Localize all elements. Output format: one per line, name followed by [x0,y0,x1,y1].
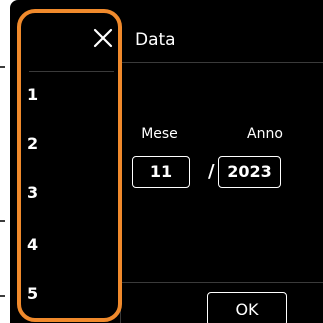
month-picker-dropdown: 1 2 3 4 5 [17,9,122,322]
edge-tick-mark [0,220,5,222]
dialog-title: Data [135,30,176,50]
title-divider [120,62,323,63]
ok-button[interactable]: OK [207,292,287,323]
picker-item-1[interactable]: 1 [27,77,107,113]
date-separator: / [208,161,215,182]
month-label: Mese [141,126,178,142]
edge-tick-mark [0,66,5,68]
footer-divider [120,282,323,283]
picker-item-5[interactable]: 5 [27,276,107,312]
picker-item-2[interactable]: 2 [27,126,107,162]
edge-tick-mark [0,295,5,297]
picker-item-4[interactable]: 4 [27,227,107,263]
picker-item-3[interactable]: 3 [27,175,107,211]
screen: Data Mese Anno 11 / 2023 OK 1 2 3 4 5 [0,0,323,323]
close-icon[interactable] [93,28,113,48]
month-field[interactable]: 11 [132,156,190,188]
picker-divider [29,71,114,72]
year-field[interactable]: 2023 [218,156,281,188]
year-label: Anno [247,126,283,142]
